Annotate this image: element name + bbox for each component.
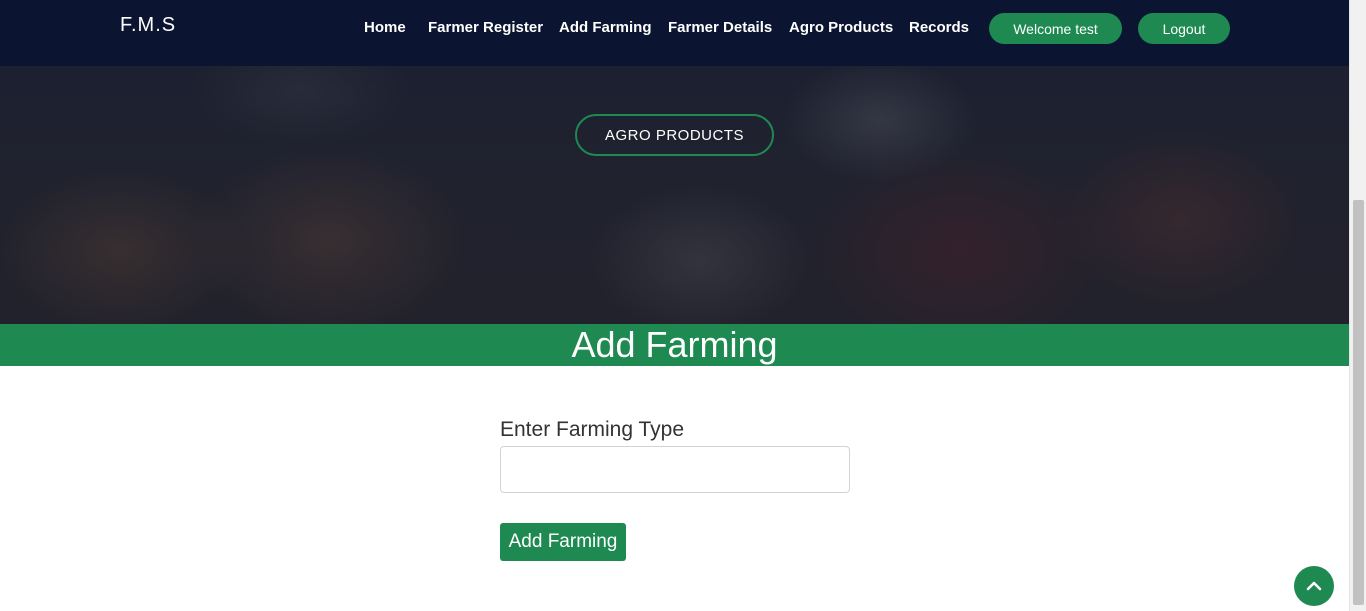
farming-type-label: Enter Farming Type [500, 418, 685, 441]
add-farming-button[interactable]: Add Farming [500, 523, 626, 561]
section-title: Add Farming [0, 324, 1349, 366]
agro-products-button[interactable]: AGRO PRODUCTS [575, 114, 774, 156]
back-to-top-button[interactable] [1294, 566, 1334, 606]
chevron-up-icon [1306, 581, 1322, 591]
farming-type-input[interactable] [500, 446, 850, 493]
page-scrollbar[interactable] [1349, 0, 1366, 611]
nav-farmer-register[interactable]: Farmer Register [428, 19, 543, 36]
nav-records[interactable]: Records [909, 19, 969, 36]
nav-add-farming[interactable]: Add Farming [559, 19, 652, 36]
scrollbar-thumb[interactable] [1353, 200, 1364, 605]
nav-agro-products[interactable]: Agro Products [789, 19, 893, 36]
brand-logo[interactable]: F.M.S [120, 14, 176, 37]
nav-farmer-details[interactable]: Farmer Details [668, 19, 772, 36]
nav-home[interactable]: Home [364, 19, 406, 36]
logout-button[interactable]: Logout [1138, 13, 1230, 44]
welcome-user-button[interactable]: Welcome test [989, 13, 1122, 44]
navbar: F.M.S Home Farmer Register Add Farming F… [0, 0, 1349, 66]
